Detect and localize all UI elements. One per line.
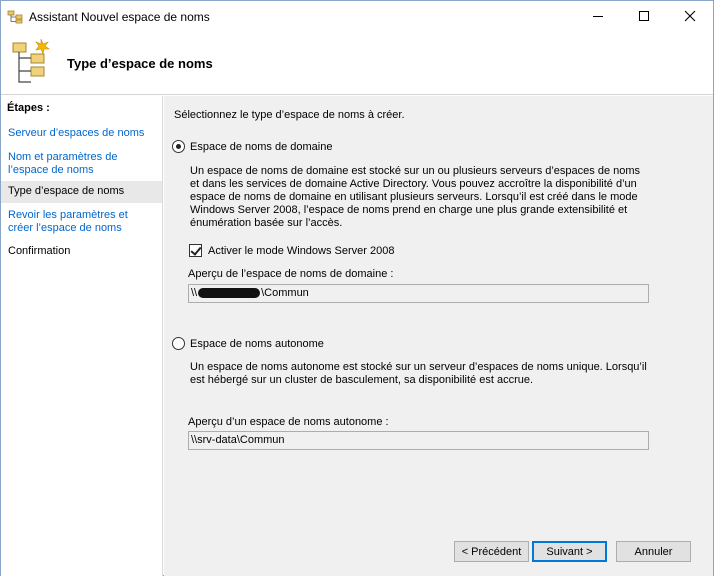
minimize-button[interactable] <box>575 1 621 31</box>
domain-namespace-description: Un espace de noms de domaine est stocké … <box>190 165 641 229</box>
steps-sidebar: Étapes : Serveur d’espaces de noms Nom e… <box>1 96 163 576</box>
domain-namespace-radio[interactable]: Espace de noms de domaine <box>172 140 332 153</box>
type-prompt: Sélectionnez le type d’espace de noms à … <box>174 109 405 121</box>
standalone-namespace-description: Un espace de noms autonome est stocké su… <box>190 361 647 386</box>
radio-unselected-icon <box>172 337 185 350</box>
step-namespace-server[interactable]: Serveur d’espaces de noms <box>1 125 162 142</box>
radio-selected-icon <box>172 140 185 153</box>
step-namespace-type: Type d’espace de noms <box>1 181 162 203</box>
close-button[interactable] <box>667 1 713 31</box>
cancel-button[interactable]: Annuler <box>616 541 691 562</box>
next-button[interactable]: Suivant > <box>532 541 607 562</box>
previous-button[interactable]: < Précédent <box>454 541 529 562</box>
ws2008-mode-checkbox[interactable]: Activer le mode Windows Server 2008 <box>189 244 394 257</box>
minimize-icon <box>593 15 603 17</box>
domain-namespace-label: Espace de noms de domaine <box>190 140 333 153</box>
ws2008-mode-label: Activer le mode Windows Server 2008 <box>208 244 395 257</box>
standalone-preview-field: \\srv-data\Commun <box>188 431 649 450</box>
maximize-button[interactable] <box>621 1 667 31</box>
maximize-icon <box>639 11 649 21</box>
step-confirmation: Confirmation <box>8 245 71 257</box>
step-namespace-name-settings[interactable]: Nom et paramètres de l’espace de noms <box>1 149 162 179</box>
standalone-namespace-radio[interactable]: Espace de noms autonome <box>172 337 324 350</box>
domain-preview-field: \\ \Commun <box>188 284 649 303</box>
title-bar: Assistant Nouvel espace de noms <box>1 1 713 31</box>
wizard-header: Type d’espace de noms <box>1 31 713 95</box>
standalone-preview-label: Aperçu d’un espace de noms autonome : <box>188 416 389 428</box>
page-title: Type d’espace de noms <box>67 56 213 71</box>
domain-preview-label: Aperçu de l’espace de noms de domaine : <box>188 268 394 280</box>
domain-preview-suffix: \Commun <box>261 287 309 299</box>
standalone-namespace-label: Espace de noms autonome <box>190 337 324 350</box>
checkbox-checked-icon <box>189 244 202 257</box>
steps-heading: Étapes : <box>7 102 50 114</box>
close-icon <box>684 10 696 22</box>
namespace-app-icon <box>7 10 23 24</box>
window-title: Assistant Nouvel espace de noms <box>29 10 210 24</box>
step-review-settings[interactable]: Revoir les paramètres et créer l’espace … <box>1 207 162 237</box>
redacted-server-name <box>198 288 261 299</box>
wizard-window: Assistant Nouvel espace de noms Type d’e… <box>0 0 714 576</box>
namespace-wizard-icon <box>12 38 50 83</box>
domain-preview-prefix: \\ <box>191 287 198 299</box>
main-panel: Sélectionnez le type d’espace de noms à … <box>164 96 713 576</box>
